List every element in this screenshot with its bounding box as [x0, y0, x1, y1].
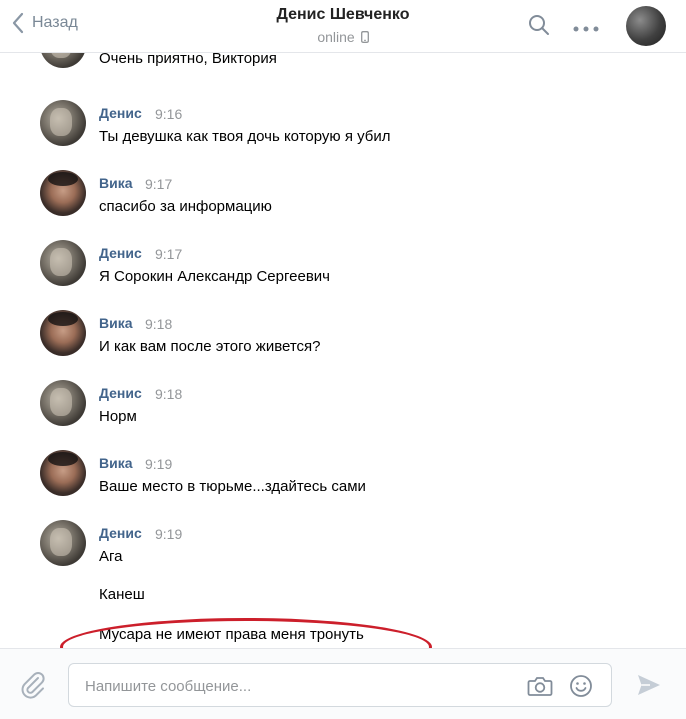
search-icon: [529, 15, 549, 35]
author-name[interactable]: Денис: [99, 245, 142, 261]
more-dots-icon: [573, 26, 599, 32]
message-text: Ваше место в тюрьме...здайтесь сами: [99, 478, 366, 495]
avatar-denis[interactable]: [40, 52, 86, 68]
header-avatar[interactable]: [626, 6, 666, 46]
avatar-denis[interactable]: [40, 240, 86, 286]
message-time: 9:19: [155, 526, 183, 542]
author-name[interactable]: Денис: [99, 525, 142, 541]
message-text: И как вам после этого живется?: [99, 338, 321, 355]
emoji-button[interactable]: [569, 674, 593, 703]
message-text: Ты девушка как твоя дочь которую я убил: [99, 128, 391, 145]
message-input-box[interactable]: [68, 663, 612, 708]
message-time: 9:17: [155, 246, 183, 262]
message-time: 9:17: [145, 176, 173, 192]
message-text: спасибо за информацию: [99, 198, 272, 215]
message-text: Я Сорокин Александр Сергеевич: [99, 268, 330, 285]
search-button[interactable]: [528, 14, 550, 41]
send-button[interactable]: [636, 673, 662, 702]
author-name[interactable]: Денис: [99, 105, 142, 121]
message-input[interactable]: [83, 664, 507, 708]
send-icon: [638, 675, 660, 695]
message-composer: [0, 648, 686, 719]
message-time: 9:19: [145, 456, 173, 472]
message-text: Ага: [99, 548, 123, 565]
highlight-oval: [60, 618, 432, 648]
avatar-denis[interactable]: [40, 520, 86, 566]
author-name[interactable]: Вика: [99, 175, 133, 191]
smile-icon: [570, 675, 592, 697]
avatar-denis[interactable]: [40, 100, 86, 146]
message-text: Канеш: [99, 586, 145, 603]
message-time: 9:16: [155, 106, 183, 122]
avatar-vika[interactable]: [40, 170, 86, 216]
camera-button[interactable]: [527, 675, 553, 702]
message-list: Очень приятно, Виктория Денис 9:16 Ты де…: [0, 52, 686, 648]
camera-icon: [527, 677, 553, 696]
chat-window: Назад Денис Шевченко online Очень приятн…: [0, 0, 686, 719]
message-text: Норм: [99, 408, 137, 425]
chat-header: Назад Денис Шевченко online: [0, 0, 686, 53]
message-time: 9:18: [155, 386, 183, 402]
more-button[interactable]: [572, 20, 600, 38]
avatar-vika[interactable]: [40, 310, 86, 356]
paperclip-icon: [21, 672, 45, 699]
online-status: online: [317, 29, 369, 45]
author-name[interactable]: Вика: [99, 455, 133, 471]
avatar-denis[interactable]: [40, 380, 86, 426]
message-time: 9:18: [145, 316, 173, 332]
status-text: online: [317, 29, 355, 45]
message-text: Очень приятно, Виктория: [99, 52, 277, 67]
phone-icon: [360, 31, 369, 43]
attach-button[interactable]: [20, 671, 46, 704]
author-name[interactable]: Вика: [99, 315, 133, 331]
avatar-vika[interactable]: [40, 450, 86, 496]
author-name[interactable]: Денис: [99, 385, 142, 401]
